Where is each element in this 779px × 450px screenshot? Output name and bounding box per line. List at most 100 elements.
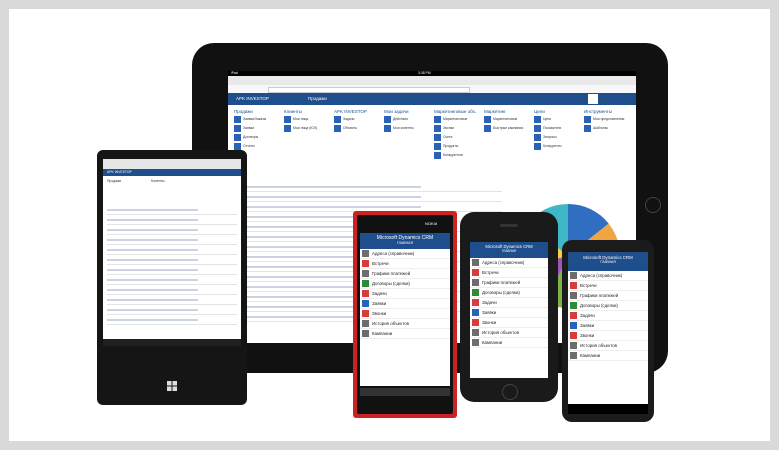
menu-item[interactable]: Адреса (справочник)	[470, 258, 548, 268]
sitemap-item[interactable]: Договоры	[234, 134, 282, 141]
item-icon	[234, 116, 241, 123]
menu-item[interactable]: Договоры (сделки)	[470, 288, 548, 298]
section-title: Мои задачи	[384, 109, 409, 114]
menu-item[interactable]: История объектов	[470, 328, 548, 338]
menu-item-icon	[570, 282, 577, 289]
table-row[interactable]	[107, 239, 237, 245]
sitemap-item[interactable]: Маркетинговые	[484, 116, 532, 123]
sitemap-panel: Продажи Заявки/Заказы Заявки Договоры Отчеты…	[228, 107, 636, 187]
phone-screen: Microsoft Dynamics CRM ГЛАВНАЯ Адреса (с…	[568, 252, 648, 404]
sitemap-item[interactable]: Заявки	[234, 125, 282, 132]
sitemap-item[interactable]: Звонки	[434, 125, 482, 132]
menu-item[interactable]: Адреса (справочник)	[360, 249, 450, 259]
sitemap-item[interactable]: Мои представления	[584, 116, 632, 123]
sitemap-section: Мои задачи Действия Мои клиенты	[384, 109, 432, 132]
table-row[interactable]	[107, 299, 237, 305]
section-title: Маркетинг	[484, 109, 506, 114]
menu-item[interactable]: Договоры (сделки)	[360, 279, 450, 289]
avatar[interactable]	[588, 94, 598, 104]
sitemap-item[interactable]: Продукты	[434, 143, 482, 150]
browser-tabs[interactable]	[228, 76, 636, 85]
menu-item-icon	[362, 270, 369, 277]
menu-item-label: Адреса (справочник)	[482, 260, 525, 265]
menu-item[interactable]: История объектов	[360, 319, 450, 329]
sitemap-item[interactable]: Быстрые кампании	[484, 125, 532, 132]
home-button[interactable]	[645, 197, 661, 213]
table-row[interactable]	[107, 309, 237, 315]
menu-item[interactable]: Звонки	[360, 309, 450, 319]
sitemap-item[interactable]: Счета	[434, 134, 482, 141]
menu-item[interactable]: Графики платежей	[568, 291, 648, 301]
menu-item[interactable]: Заявки	[360, 299, 450, 309]
home-button[interactable]	[502, 384, 518, 400]
item-icon	[434, 125, 441, 132]
menu-item[interactable]: Кампании	[568, 351, 648, 361]
sitemap-item[interactable]: Конкуренты	[534, 143, 582, 150]
menu-item[interactable]: Графики платежей	[470, 278, 548, 288]
records-grid	[103, 209, 241, 334]
sitemap-item[interactable]: Показатели	[534, 125, 582, 132]
menu-item[interactable]: Графики платежей	[360, 269, 450, 279]
sitemap-item[interactable]: Заявки/Заказы	[234, 116, 282, 123]
menu-item[interactable]: Звонки	[470, 318, 548, 328]
menu-item[interactable]: Задачи	[568, 311, 648, 321]
sitemap-item[interactable]: Запросы	[534, 134, 582, 141]
item-label: Мои представления	[593, 117, 625, 122]
table-row[interactable]	[107, 209, 237, 215]
sitemap-item[interactable]: Шаблоны	[584, 125, 632, 132]
sitemap-item[interactable]: Мои лица (ЮЛ)	[284, 125, 332, 132]
table-row[interactable]	[107, 289, 237, 295]
sitemap-item[interactable]: Конкурентов	[434, 152, 482, 159]
menu-item[interactable]: Задачи	[360, 289, 450, 299]
menu-item[interactable]: Встречи	[470, 268, 548, 278]
sitemap-item[interactable]: Задачи	[334, 116, 382, 123]
menu-item[interactable]: Договоры (сделки)	[568, 301, 648, 311]
table-row[interactable]	[107, 219, 237, 225]
menu-item[interactable]: Звонки	[568, 331, 648, 341]
sitemap-item[interactable]: Объекты	[334, 125, 382, 132]
windows-icon[interactable]	[167, 378, 177, 391]
menu-item[interactable]: Встречи	[568, 281, 648, 291]
item-icon	[234, 125, 241, 132]
table-row[interactable]	[107, 319, 237, 325]
menu-item-label: Заявки	[482, 310, 497, 315]
menu-item[interactable]: Кампании	[470, 338, 548, 348]
sitemap-item[interactable]: Действия	[384, 116, 432, 123]
item-label: Мои клиенты	[393, 126, 414, 131]
table-row[interactable]	[107, 249, 237, 255]
menu-item[interactable]: Адреса (справочник)	[568, 271, 648, 281]
menu-item-label: Встречи	[372, 261, 389, 266]
menu-item[interactable]: Задачи	[470, 298, 548, 308]
menu-item-icon	[472, 339, 479, 346]
sitemap-item[interactable]: Маркетинговые	[434, 116, 482, 123]
item-icon	[284, 116, 291, 123]
sitemap-section: Маркетинг Маркетинговые Быстрые кампании	[484, 109, 532, 132]
table-row[interactable]	[232, 186, 502, 192]
sitemap-item[interactable]: Отчеты	[234, 143, 282, 150]
browser-tabs[interactable]	[103, 159, 241, 169]
menu-item-icon	[472, 269, 479, 276]
table-row[interactable]	[107, 259, 237, 265]
table-row[interactable]	[107, 229, 237, 235]
menu-item[interactable]: Кампании	[360, 329, 450, 339]
table-row[interactable]	[232, 196, 502, 202]
crm-menu: Адреса (справочник) Встречи Графики платеж…	[470, 258, 548, 348]
menu-item-label: Звонки	[482, 320, 497, 325]
sitemap-item[interactable]: Цели	[534, 116, 582, 123]
menu-item-icon	[570, 332, 577, 339]
menu-item-label: Звонки	[580, 333, 595, 338]
table-row[interactable]	[107, 279, 237, 285]
table-row[interactable]	[107, 269, 237, 275]
menu-item[interactable]: История объектов	[568, 341, 648, 351]
menu-item[interactable]: Заявки	[568, 321, 648, 331]
item-icon	[384, 116, 391, 123]
nav-tab-sales[interactable]: Продажи	[308, 96, 327, 101]
menu-item[interactable]: Заявки	[470, 308, 548, 318]
sitemap-section: Маркетинговые объ. Маркетинговые Звонки Сче…	[434, 109, 482, 159]
item-icon	[434, 143, 441, 150]
item-icon	[284, 125, 291, 132]
sitemap-item[interactable]: Мои лица	[284, 116, 332, 123]
menu-item[interactable]: Встречи	[360, 259, 450, 269]
item-label: Цели	[543, 117, 552, 122]
sitemap-item[interactable]: Мои клиенты	[384, 125, 432, 132]
